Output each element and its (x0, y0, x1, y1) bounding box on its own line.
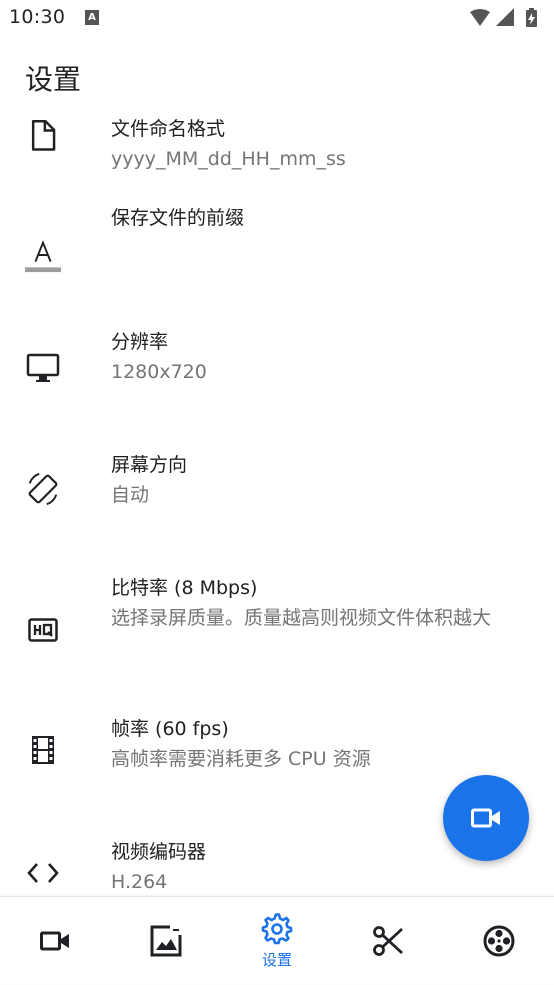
pref-file-name-format[interactable]: 文件命名格式 yyyy_MM_dd_HH_mm_ss (0, 108, 554, 206)
pref-title: 帧率 (60 fps) (111, 718, 229, 740)
nav-record[interactable] (0, 897, 110, 985)
pref-summary: 自动 (111, 484, 150, 506)
pref-file-prefix[interactable]: 保存文件的前缀 (0, 206, 554, 329)
status-bar: 10:30 A (0, 0, 554, 36)
film-icon (24, 731, 62, 769)
notification-a-icon: A (85, 10, 99, 25)
nav-settings[interactable]: 设置 (222, 897, 332, 985)
pref-summary: H.264 (111, 871, 168, 893)
pref-title: 文件命名格式 (111, 118, 226, 140)
film-reel-icon (483, 925, 515, 957)
pref-summary: 高帧率需要消耗更多 CPU 资源 (111, 748, 371, 770)
videocam-icon (471, 808, 500, 828)
pref-title: 屏幕方向 (111, 454, 188, 476)
nav-more[interactable] (444, 897, 554, 985)
monitor-icon (24, 349, 62, 387)
record-fab[interactable] (443, 775, 529, 861)
battery-icon (526, 8, 537, 27)
image-icon (150, 925, 182, 957)
status-time: 10:30 (9, 6, 66, 28)
scissors-icon (373, 926, 403, 956)
pref-title: 比特率 (8 Mbps) (111, 577, 258, 599)
nav-gallery[interactable] (111, 897, 221, 985)
pref-title: 分辨率 (111, 331, 169, 353)
pref-resolution[interactable]: 分辨率 1280x720 (0, 329, 554, 452)
bottom-navigation: 设置 (0, 896, 554, 984)
pref-summary: 选择录屏质量。质量越高则视频文件体积越大 (111, 607, 492, 629)
file-icon (24, 117, 62, 155)
settings-icon (261, 912, 293, 944)
text-format-icon (24, 236, 62, 274)
code-icon (24, 854, 62, 892)
pref-screen-orientation[interactable]: 屏幕方向 自动 (0, 452, 554, 575)
pref-summary: 1280x720 (111, 361, 207, 383)
screen-rotation-icon (24, 470, 62, 508)
videocam-icon (40, 931, 69, 951)
wifi-icon (470, 9, 490, 26)
pref-bitrate[interactable]: 比特率 (8 Mbps) 选择录屏质量。质量越高则视频文件体积越大 (0, 575, 554, 716)
hq-icon (24, 611, 62, 649)
pref-title: 保存文件的前缀 (111, 207, 245, 229)
nav-settings-label: 设置 (261, 950, 292, 969)
pref-summary: yyyy_MM_dd_HH_mm_ss (111, 148, 346, 170)
page-title: 设置 (25, 63, 82, 96)
nav-edit[interactable] (333, 897, 443, 985)
signal-icon (496, 8, 514, 26)
status-indicators (468, 8, 544, 28)
